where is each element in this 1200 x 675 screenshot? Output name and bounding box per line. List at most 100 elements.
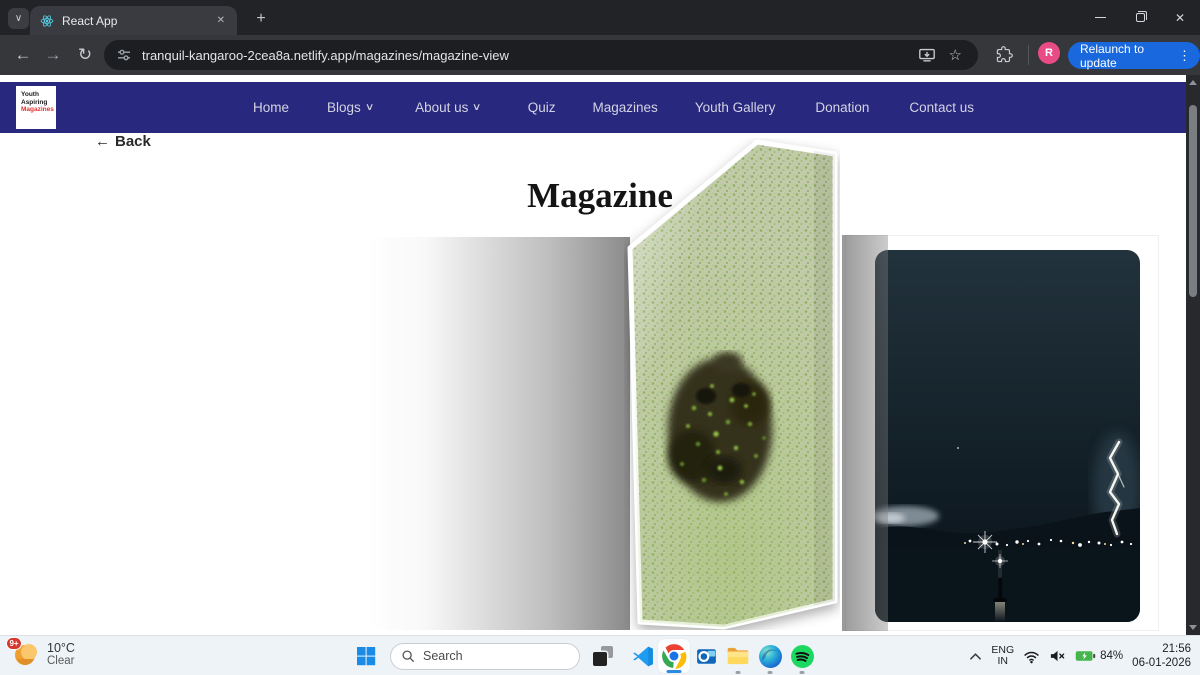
minimize-button[interactable] (1080, 0, 1120, 35)
nav-item-blogs[interactable]: Blogs ∨ (327, 100, 373, 115)
taskbar-clock[interactable]: 21:56 06-01-2026 (1132, 642, 1191, 670)
chrome-icon (661, 643, 687, 669)
url-text[interactable]: tranquil-kangaroo-2cea8a.netlify.app/mag… (142, 48, 918, 63)
weather-temperature: 10°C (47, 641, 75, 655)
battery-status[interactable]: 84% (1075, 650, 1123, 662)
taskbar-item-spotify[interactable] (786, 637, 818, 675)
taskbar-search-box[interactable]: Search (390, 643, 580, 670)
restore-icon (1136, 13, 1145, 22)
chevron-down-icon: ∨ (472, 102, 482, 113)
page-title: Magazine (0, 176, 1200, 216)
nav-item-home[interactable]: Home (253, 100, 289, 115)
windows-taskbar: 9+ 10°C Clear Search (0, 635, 1200, 675)
extensions-icon[interactable] (996, 46, 1013, 63)
reload-button[interactable]: ↻ (72, 42, 98, 68)
browser-tab-react-app[interactable]: React App ✕ (30, 6, 237, 35)
install-app-icon[interactable] (918, 46, 936, 64)
running-app-indicator (736, 671, 741, 674)
system-tray: ENG IN (969, 636, 1200, 675)
screen: ∨ React App ✕ + ✕ ← → ↻ (0, 0, 1200, 675)
active-app-indicator (667, 670, 682, 673)
language-indicator[interactable]: ENG IN (991, 645, 1014, 667)
magazine-flipping-page[interactable] (624, 138, 840, 630)
toolbar-divider (1028, 45, 1029, 65)
file-explorer-icon (725, 643, 751, 669)
running-app-indicator (768, 671, 773, 674)
back-button[interactable]: ← (10, 42, 36, 68)
nav-item-donation[interactable]: Donation (815, 100, 869, 115)
window-controls: ✕ (1080, 0, 1200, 35)
task-view-button[interactable] (592, 645, 614, 667)
search-icon (401, 649, 415, 663)
window-close-button[interactable]: ✕ (1160, 0, 1200, 35)
relaunch-label: Relaunch to update (1080, 42, 1171, 70)
magazine-left-page[interactable] (368, 237, 630, 630)
address-bar[interactable]: tranquil-kangaroo-2cea8a.netlify.app/mag… (104, 40, 978, 70)
tab-title: React App (62, 14, 205, 28)
nav-item-magazines[interactable]: Magazines (593, 100, 658, 115)
chevron-down-icon: ∨ (15, 13, 22, 24)
logo-line-1: Youth (21, 91, 56, 99)
browser-toolbar: ← → ↻ tranquil-kangaroo-2cea8a.netlify.a… (0, 35, 1200, 75)
scrollbar-down-arrow-icon[interactable] (1189, 625, 1197, 630)
taskbar-item-vscode[interactable] (626, 637, 658, 675)
tray-overflow-chevron-icon[interactable] (969, 651, 982, 662)
back-link-label: Back (115, 133, 151, 150)
browser-tabstrip: ∨ React App ✕ + ✕ (0, 0, 1200, 35)
taskbar-center-icons: Search (354, 636, 818, 675)
weather-condition: Clear (47, 655, 75, 668)
profile-avatar[interactable]: R (1038, 42, 1060, 64)
page-flip-shadow (842, 235, 888, 631)
logo-line-2: Aspiring (21, 99, 56, 107)
weather-moon-icon: 9+ (10, 639, 40, 669)
frog-duckweed-image (624, 138, 840, 630)
chevron-down-icon: ∨ (365, 102, 375, 113)
back-arrow-icon: ← (95, 133, 110, 150)
windows-logo-icon (354, 644, 378, 668)
site-navbar: Youth Aspiring Magazines Home Blogs ∨ Ab… (0, 82, 1186, 133)
main-navigation: Home Blogs ∨ About us ∨ Quiz Magazines Y… (253, 82, 974, 133)
start-button[interactable] (354, 644, 378, 668)
clock-date: 06-01-2026 (1132, 656, 1191, 670)
clock-time: 21:56 (1132, 642, 1191, 656)
search-placeholder: Search (423, 649, 463, 663)
nav-item-quiz[interactable]: Quiz (528, 100, 556, 115)
logo-line-3: Magazines (21, 106, 56, 114)
spotify-icon (790, 644, 815, 669)
tab-close-icon[interactable]: ✕ (213, 13, 229, 28)
page-scrollbar[interactable] (1186, 75, 1200, 635)
bookmark-star-icon[interactable]: ☆ (949, 46, 962, 64)
volume-muted-icon[interactable] (1049, 648, 1066, 664)
taskbar-weather-widget[interactable]: 9+ 10°C Clear (10, 639, 75, 669)
taskbar-item-file-explorer[interactable] (722, 637, 754, 675)
wifi-icon[interactable] (1023, 648, 1040, 664)
relaunch-to-update-button[interactable]: Relaunch to update ⋮ (1068, 42, 1200, 69)
outlook-icon (694, 644, 719, 669)
web-page-viewport: Youth Aspiring Magazines Home Blogs ∨ Ab… (0, 75, 1200, 635)
taskbar-item-chrome[interactable] (658, 637, 690, 675)
night-lightning-image (875, 250, 1140, 622)
scrollbar-up-arrow-icon[interactable] (1189, 80, 1197, 85)
restore-button[interactable] (1120, 0, 1160, 35)
site-settings-icon[interactable] (116, 47, 132, 63)
battery-percent: 84% (1100, 650, 1123, 662)
nav-item-contact-us[interactable]: Contact us (909, 100, 974, 115)
browser-menu-icon[interactable]: ⋮ (1178, 48, 1191, 64)
taskbar-item-edge[interactable] (754, 637, 786, 675)
nav-item-about-us[interactable]: About us ∨ (415, 100, 481, 115)
tab-search-button[interactable]: ∨ (8, 8, 29, 29)
site-logo[interactable]: Youth Aspiring Magazines (16, 86, 56, 129)
nav-item-youth-gallery[interactable]: Youth Gallery (695, 100, 776, 115)
forward-button[interactable]: → (40, 42, 66, 68)
battery-icon (1075, 650, 1096, 662)
scrollbar-thumb[interactable] (1189, 105, 1197, 297)
taskbar-item-outlook[interactable] (690, 637, 722, 675)
new-tab-button[interactable]: + (250, 8, 272, 30)
back-link[interactable]: ← Back (95, 133, 151, 150)
react-favicon-icon (40, 14, 54, 28)
magazine-night-photo[interactable] (875, 250, 1140, 622)
edge-icon (758, 644, 783, 669)
minimize-icon (1095, 17, 1106, 19)
vscode-icon (630, 644, 655, 669)
weather-alert-badge: 9+ (6, 637, 22, 650)
